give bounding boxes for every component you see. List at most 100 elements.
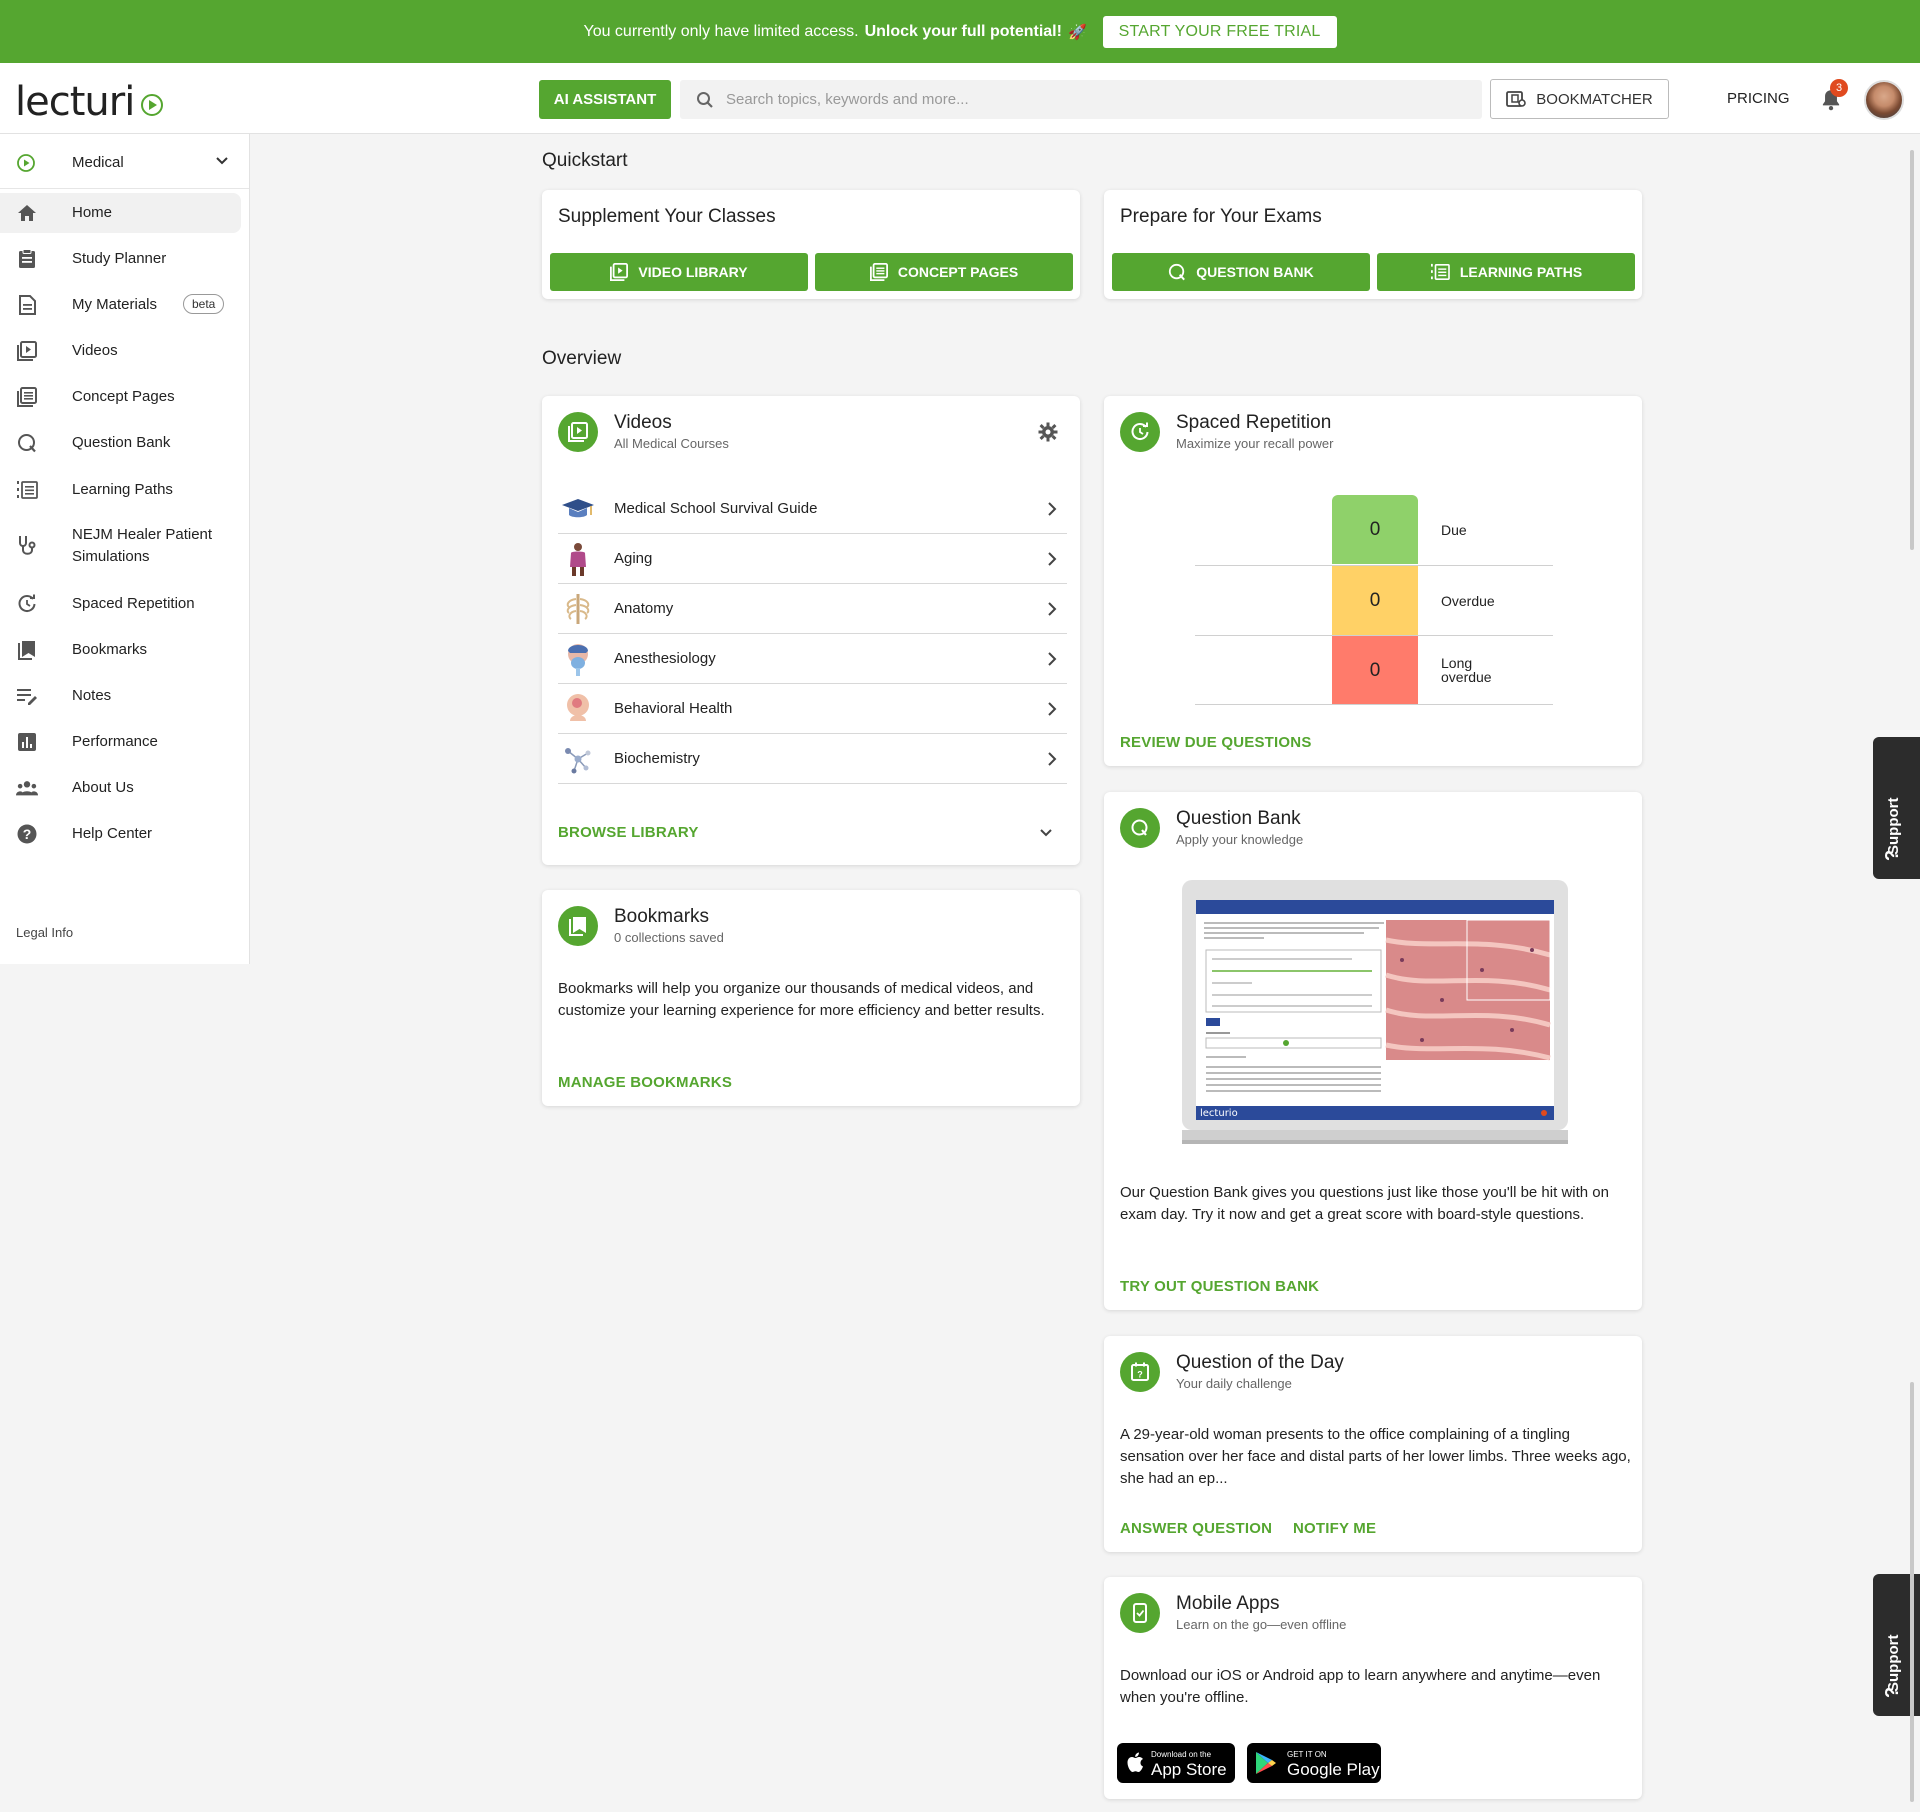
video-course-label: Aging bbox=[614, 550, 653, 567]
help-icon: ? bbox=[16, 823, 38, 845]
sidebar-item-label: Study Planner bbox=[72, 250, 167, 267]
search-input[interactable] bbox=[726, 91, 1426, 108]
book-icon bbox=[1506, 91, 1527, 107]
google-play-button[interactable]: GET IT ON Google Play bbox=[1247, 1743, 1381, 1783]
try-question-bank-link[interactable]: TRY OUT QUESTION BANK bbox=[1120, 1278, 1319, 1295]
svg-text:?: ? bbox=[1137, 1370, 1143, 1380]
apple-icon bbox=[1127, 1752, 1143, 1772]
video-course-row[interactable]: Biochemistry bbox=[558, 734, 1067, 784]
video-course-row[interactable]: Medical School Survival Guide bbox=[558, 484, 1067, 534]
logo-wordmark: lectur bbox=[15, 79, 125, 125]
sidebar-item-concept-pages[interactable]: Concept Pages bbox=[0, 377, 241, 417]
manage-bookmarks-link[interactable]: MANAGE BOOKMARKS bbox=[558, 1074, 732, 1091]
question-bank-card: Question Bank Apply your knowledge lectu… bbox=[1104, 792, 1642, 1310]
learning-paths-button[interactable]: LEARNING PATHS bbox=[1377, 253, 1635, 291]
concept-page-icon bbox=[869, 263, 888, 281]
sr-bottom-line bbox=[1195, 704, 1553, 705]
concept-page-icon bbox=[16, 386, 38, 408]
bookmarks-card: Bookmarks 0 collections saved Bookmarks … bbox=[542, 890, 1080, 1106]
video-icon bbox=[16, 340, 38, 362]
sidebar-item-question-bank[interactable]: Question Bank bbox=[0, 423, 241, 463]
video-course-label: Behavioral Health bbox=[614, 700, 733, 717]
due-count: 0 bbox=[1332, 495, 1418, 564]
video-course-row[interactable]: Aging bbox=[558, 534, 1067, 584]
chart-icon bbox=[16, 731, 38, 753]
support-label: Support bbox=[1885, 797, 1902, 856]
clipboard-icon bbox=[16, 248, 38, 270]
sidebar-item-study-planner[interactable]: Study Planner bbox=[0, 239, 241, 279]
support-tab[interactable]: Support ? bbox=[1873, 737, 1920, 879]
browse-library-link[interactable]: BROWSE LIBRARY bbox=[558, 824, 699, 841]
sidebar-item-help-center[interactable]: ? Help Center bbox=[0, 814, 241, 854]
google-play-big-text: Google Play bbox=[1287, 1760, 1380, 1779]
supplement-classes-card: Supplement Your Classes VIDEO LIBRARY CO… bbox=[542, 190, 1080, 299]
video-circle-icon bbox=[558, 412, 598, 452]
support-label: Support bbox=[1885, 1634, 1902, 1693]
chevron-right-icon bbox=[1048, 702, 1057, 716]
sidebar-item-home[interactable]: Home bbox=[0, 193, 241, 233]
question-bank-circle-icon bbox=[1120, 808, 1160, 848]
bookmark-circle-icon bbox=[558, 906, 598, 946]
graduation-cap-icon bbox=[562, 499, 594, 518]
question-mark-icon: ? bbox=[1882, 850, 1902, 861]
sidebar-item-notes[interactable]: Notes bbox=[0, 676, 241, 716]
mobile-circle-icon bbox=[1120, 1593, 1160, 1633]
lecturio-logo[interactable]: lecturio lecturi bbox=[15, 79, 163, 125]
avatar[interactable] bbox=[1864, 80, 1904, 120]
sidebar-item-videos[interactable]: Videos bbox=[0, 331, 241, 371]
chevron-right-icon bbox=[1048, 552, 1057, 566]
sr-row-overdue: 0 Overdue bbox=[1195, 565, 1553, 635]
videos-subtitle: All Medical Courses bbox=[614, 436, 729, 451]
scrollbar-thumb[interactable] bbox=[1910, 150, 1914, 550]
review-due-questions-link[interactable]: REVIEW DUE QUESTIONS bbox=[1120, 734, 1312, 751]
bookmatcher-button[interactable]: BOOKMATCHER bbox=[1490, 79, 1669, 119]
document-icon bbox=[16, 294, 38, 316]
question-bank-subtitle: Apply your knowledge bbox=[1176, 832, 1304, 847]
videos-title: Videos bbox=[614, 412, 672, 433]
videos-card: Videos All Medical Courses Medical Schoo… bbox=[542, 396, 1080, 865]
video-library-button[interactable]: VIDEO LIBRARY bbox=[550, 253, 808, 291]
bookmatcher-label: BOOKMATCHER bbox=[1536, 90, 1653, 108]
sidebar-item-nejm-healer[interactable]: NEJM Healer Patient Simulations bbox=[0, 516, 241, 576]
sidebar-item-my-materials[interactable]: My Materials beta bbox=[0, 285, 241, 325]
anesthesiology-mask-icon bbox=[568, 644, 588, 676]
overdue-label: Overdue bbox=[1441, 593, 1495, 609]
chevron-down-icon bbox=[216, 157, 228, 165]
qotd-subtitle: Your daily challenge bbox=[1176, 1376, 1292, 1391]
sidebar-item-label: Help Center bbox=[72, 825, 153, 842]
sidebar-item-learning-paths[interactable]: Learning Paths bbox=[0, 470, 241, 510]
long-overdue-label-line2: overdue bbox=[1441, 669, 1492, 685]
sidebar-item-label: Notes bbox=[72, 687, 112, 704]
due-label: Due bbox=[1441, 522, 1467, 538]
beta-badge: beta bbox=[183, 294, 225, 314]
legal-info-link[interactable]: Legal Info bbox=[16, 925, 73, 940]
video-course-row[interactable]: Anesthesiology bbox=[558, 634, 1067, 684]
question-bank-button[interactable]: QUESTION BANK bbox=[1112, 253, 1370, 291]
sidebar-item-bookmarks[interactable]: Bookmarks bbox=[0, 630, 241, 670]
sidebar-item-label-line2: Simulations bbox=[72, 548, 150, 565]
notification-badge: 3 bbox=[1830, 79, 1848, 97]
start-free-trial-button[interactable]: START YOUR FREE TRIAL bbox=[1102, 15, 1337, 48]
answer-question-link[interactable]: ANSWER QUESTION bbox=[1120, 1520, 1272, 1537]
scrollbar-thumb-lower[interactable] bbox=[1910, 1382, 1914, 1802]
sidebar-item-performance[interactable]: Performance bbox=[0, 722, 241, 762]
ai-assistant-button[interactable]: AI ASSISTANT bbox=[539, 80, 671, 119]
chevron-down-icon[interactable] bbox=[1039, 826, 1053, 840]
sidebar-item-about-us[interactable]: About Us bbox=[0, 768, 241, 808]
gear-icon[interactable] bbox=[1038, 422, 1058, 442]
video-course-row[interactable]: Anatomy bbox=[558, 584, 1067, 634]
notify-me-link[interactable]: NOTIFY ME bbox=[1293, 1520, 1376, 1537]
video-course-row[interactable]: Behavioral Health bbox=[558, 684, 1067, 734]
chevron-right-icon bbox=[1048, 602, 1057, 616]
sidebar-item-spaced-repetition[interactable]: Spaced Repetition bbox=[0, 584, 241, 624]
mobile-apps-description: Download our iOS or Android app to learn… bbox=[1120, 1667, 1601, 1706]
concept-pages-button[interactable]: CONCEPT PAGES bbox=[815, 253, 1073, 291]
app-store-button[interactable]: Download on the App Store bbox=[1117, 1743, 1235, 1783]
overview-title: Overview bbox=[542, 348, 622, 369]
course-selector[interactable]: Medical bbox=[0, 134, 249, 189]
google-play-icon bbox=[1256, 1752, 1276, 1774]
pricing-link[interactable]: PRICING bbox=[1727, 90, 1790, 107]
svg-text:lecturio: lecturio bbox=[1200, 1108, 1238, 1119]
bookmarks-description: Bookmarks will help you organize our tho… bbox=[558, 980, 1045, 1019]
concept-pages-label: CONCEPT PAGES bbox=[897, 264, 1019, 280]
